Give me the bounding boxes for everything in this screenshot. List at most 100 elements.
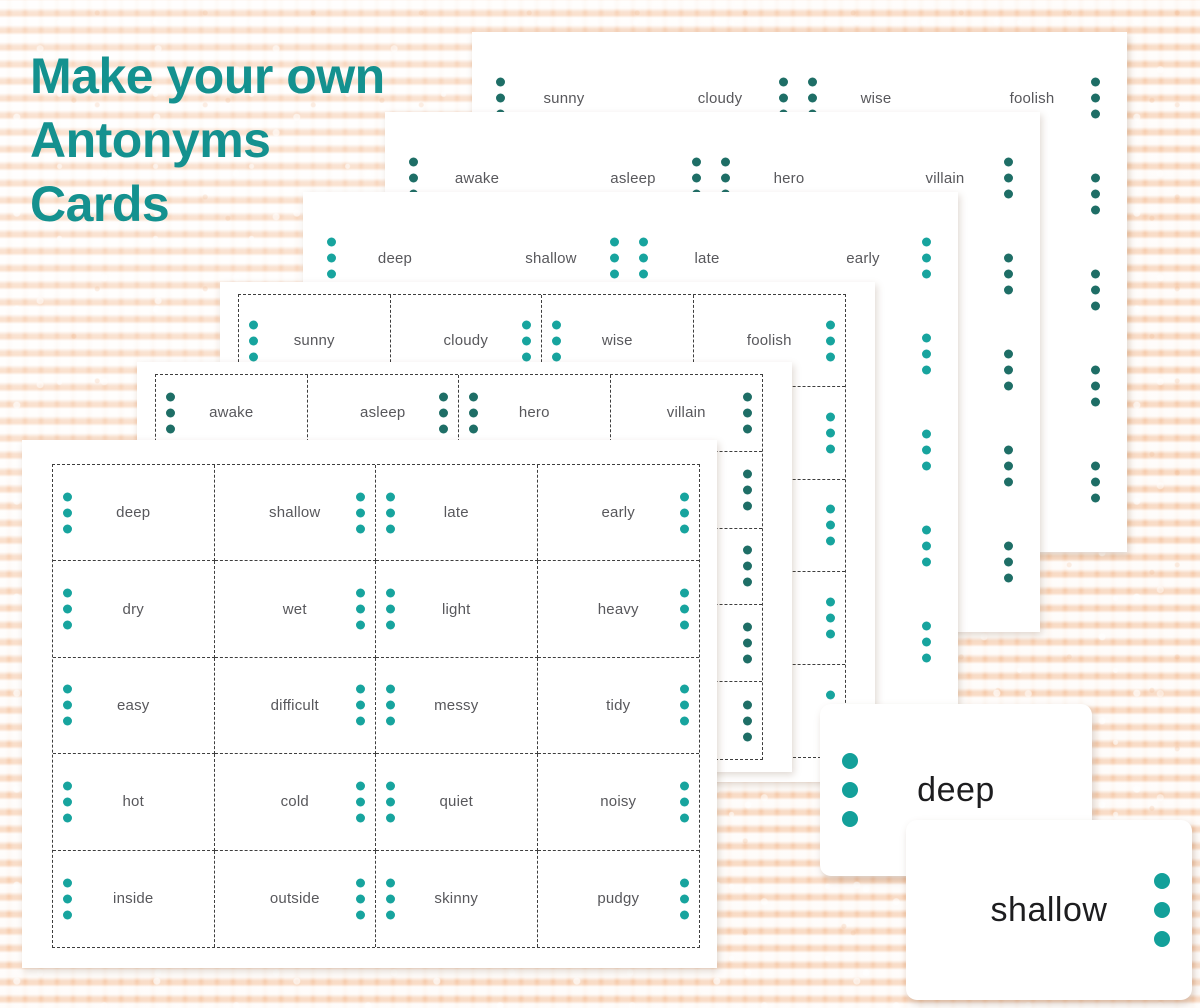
antonym-cell[interactable]: easy xyxy=(53,657,215,755)
dot-icon xyxy=(63,878,72,888)
antonym-word: hero xyxy=(773,169,805,187)
cut-marker-dots-icon xyxy=(356,588,365,630)
dot-icon xyxy=(522,320,531,330)
dot-icon xyxy=(386,620,395,630)
dot-icon xyxy=(63,813,72,823)
antonym-cell[interactable]: wet xyxy=(214,561,376,658)
antonym-cell[interactable]: messy xyxy=(376,657,538,755)
antonym-cell[interactable]: deep xyxy=(53,465,215,562)
antonym-word: hot xyxy=(122,793,144,811)
antonym-cell[interactable]: quiet xyxy=(376,754,538,851)
dot-icon xyxy=(386,508,395,518)
antonym-cell[interactable]: pudgy xyxy=(538,851,700,947)
dot-icon xyxy=(826,352,835,362)
dot-icon xyxy=(552,352,561,362)
dot-icon xyxy=(743,545,752,555)
dot-icon xyxy=(922,365,931,375)
dot-icon xyxy=(922,237,931,247)
dot-icon xyxy=(386,797,395,807)
dot-icon xyxy=(1091,93,1100,103)
flashcard-shallow[interactable]: shallow xyxy=(906,820,1192,1000)
dot-icon xyxy=(63,910,72,920)
cut-marker-dots-icon xyxy=(522,320,531,362)
antonym-cell[interactable]: hot xyxy=(53,754,215,851)
dot-icon xyxy=(1004,253,1013,263)
dot-icon xyxy=(356,813,365,823)
cut-marker-dots-icon xyxy=(922,237,931,279)
antonym-word: late xyxy=(694,249,720,267)
antonym-cell[interactable]: cold xyxy=(214,754,376,851)
antonym-cell[interactable]: difficult xyxy=(214,657,376,755)
dot-icon xyxy=(386,894,395,904)
dot-icon xyxy=(327,237,336,247)
dot-icon xyxy=(356,894,365,904)
dot-icon xyxy=(356,508,365,518)
dot-icon xyxy=(922,637,931,647)
dot-icon xyxy=(1004,573,1013,583)
dot-icon xyxy=(552,336,561,346)
dot-icon xyxy=(386,604,395,614)
sheet-front-dashed[interactable]: deep shallow late early dry wet light heavy easy… xyxy=(22,440,717,968)
cut-marker-dots-icon xyxy=(249,320,258,362)
antonym-cell[interactable]: noisy xyxy=(537,754,699,851)
antonym-word: wet xyxy=(282,600,307,618)
antonym-cell[interactable]: early xyxy=(537,465,699,562)
antonym-cell[interactable]: heavy xyxy=(537,561,699,658)
antonym-word: quiet xyxy=(439,793,474,811)
dot-icon xyxy=(922,269,931,279)
antonym-cell[interactable]: light xyxy=(376,561,538,658)
dot-icon xyxy=(680,588,689,598)
dot-icon xyxy=(743,577,752,587)
dot-icon xyxy=(692,157,701,167)
dot-icon xyxy=(610,253,619,263)
antonym-cell[interactable]: shallow xyxy=(214,465,376,562)
dot-icon xyxy=(1091,109,1100,119)
antonym-word: cold xyxy=(280,793,309,811)
cut-marker-dots-icon xyxy=(1091,461,1100,503)
dot-icon xyxy=(356,716,365,726)
dot-icon xyxy=(1004,381,1013,391)
antonym-cell[interactable]: skinny xyxy=(376,850,538,947)
antonym-word: sunny xyxy=(293,332,335,350)
antonym-word: easy xyxy=(117,696,150,714)
dot-icon xyxy=(386,492,395,502)
antonym-cell[interactable]: dry xyxy=(53,561,215,658)
dot-icon xyxy=(63,684,72,694)
cut-marker-dots-icon xyxy=(922,621,931,663)
cut-marker-dots-icon xyxy=(386,878,395,920)
dot-icon xyxy=(356,910,365,920)
dot-icon xyxy=(779,93,788,103)
dot-icon xyxy=(743,716,752,726)
dot-icon xyxy=(721,157,730,167)
dot-icon xyxy=(826,428,835,438)
dot-icon xyxy=(922,541,931,551)
cut-marker-dots-icon xyxy=(639,237,648,279)
dot-icon xyxy=(439,392,448,402)
dot-icon xyxy=(680,716,689,726)
cut-marker-dots-icon xyxy=(680,492,689,534)
dot-icon xyxy=(1004,189,1013,199)
antonym-cell[interactable]: tidy xyxy=(537,658,699,755)
cut-marker-dots-icon xyxy=(327,237,336,279)
dot-icon xyxy=(680,797,689,807)
dot-icon xyxy=(63,620,72,630)
dot-icon xyxy=(743,469,752,479)
cut-marker-dots-icon xyxy=(63,588,72,630)
antonym-cell[interactable]: late xyxy=(376,465,538,562)
cut-marker-dots-icon xyxy=(743,469,752,511)
antonym-word: villain xyxy=(666,404,706,422)
antonym-word: skinny xyxy=(434,890,479,908)
dot-icon xyxy=(63,492,72,502)
antonym-cell[interactable]: outside xyxy=(215,850,376,947)
dot-icon xyxy=(1154,931,1170,947)
antonym-word: awake xyxy=(209,404,254,422)
dot-icon xyxy=(522,352,531,362)
antonym-cell[interactable]: inside xyxy=(53,850,215,947)
dot-icon xyxy=(680,684,689,694)
dot-icon xyxy=(1091,77,1100,87)
cut-marker-dots-icon xyxy=(743,392,752,434)
antonym-word: pudgy xyxy=(597,890,640,908)
dot-icon xyxy=(922,525,931,535)
dot-icon xyxy=(842,753,858,769)
cut-marker-dots-icon xyxy=(356,684,365,726)
